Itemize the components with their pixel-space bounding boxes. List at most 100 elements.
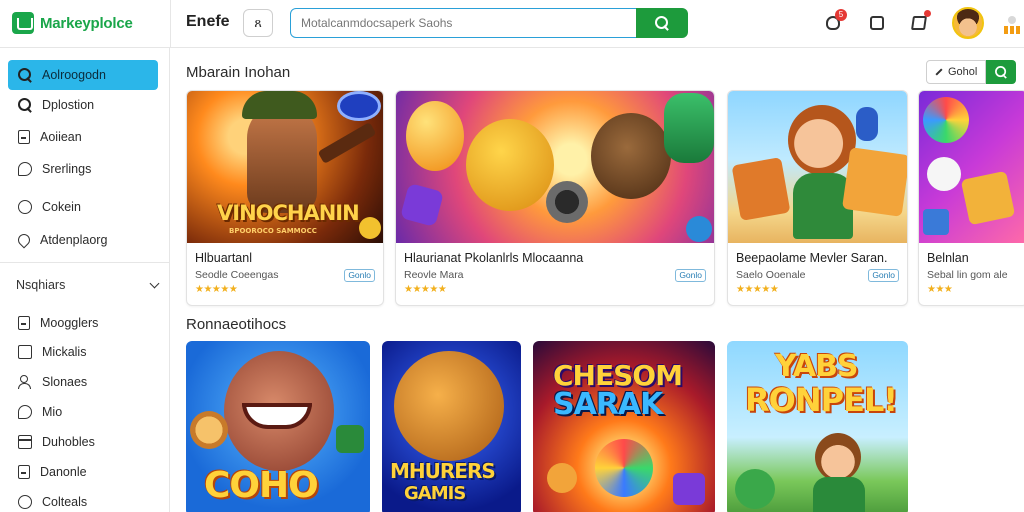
sidebar-item-6[interactable]: Atdenplaorg — [8, 225, 158, 255]
bag-button[interactable] — [866, 12, 888, 34]
header-divider — [170, 0, 171, 48]
people-icon — [18, 375, 32, 389]
game-title: Hlbuartanl — [195, 251, 252, 265]
filter-edit-button[interactable]: Gohol — [926, 60, 987, 84]
tile-art-title: YABS — [775, 349, 859, 384]
menu-dot — [1008, 16, 1016, 24]
filter-label: Gohol — [948, 66, 978, 78]
sidebar-item-2[interactable]: Dplostion — [8, 90, 158, 120]
menu-icon[interactable] — [1004, 16, 1020, 34]
game-tile[interactable]: MHURERS GAMIS — [382, 341, 521, 512]
pencil-icon — [935, 68, 943, 76]
pin-icon — [15, 231, 33, 249]
sidebar-item-label: Atdenplaorg — [40, 233, 108, 247]
search-icon — [18, 98, 32, 112]
game-title: Belnlan — [927, 251, 969, 265]
sidebar-subitem-3[interactable]: Slonaes — [8, 367, 158, 397]
sidebar-item-5[interactable]: Cokein — [8, 192, 158, 222]
sidebar-section-label: Nsqhiars — [16, 278, 66, 292]
game-subtitle: Seodle Coeengas — [195, 269, 279, 281]
menu-bars — [1004, 26, 1020, 34]
sidebar-subitem-label: Danonle — [40, 465, 87, 479]
game-artwork — [919, 91, 1024, 243]
sidebar-item-3[interactable]: Aoiiean — [8, 122, 158, 152]
search-icon — [18, 68, 32, 82]
game-card[interactable]: Hlaurianat Pkolanlrls Mlocaanna Reovle M… — [395, 90, 715, 306]
game-badge: Gonlo — [868, 269, 899, 282]
game-tile[interactable]: YABS RONPEL! — [727, 341, 908, 512]
brand[interactable]: Markeyplolce — [12, 10, 133, 36]
sidebar-subitem-4[interactable]: Mio — [8, 397, 158, 427]
filter-search-button[interactable] — [986, 60, 1017, 84]
tag-icon — [911, 16, 927, 30]
rating-stars: ★★★ — [927, 284, 953, 295]
search-button[interactable] — [636, 8, 688, 38]
filter-group: Gohol — [926, 60, 1017, 84]
search-input[interactable] — [290, 8, 638, 38]
notification-count-badge: 5 — [835, 9, 847, 21]
game-tile[interactable]: COHO — [186, 341, 370, 512]
sidebar-subitem-2[interactable]: Mickalis — [8, 337, 158, 367]
app-window: Markeyplolce Enefe ጸ 5 — [0, 0, 1024, 512]
document-icon — [18, 465, 30, 479]
game-title: Beepaolame Mevler Saran. — [736, 251, 888, 265]
game-card[interactable]: VINOCHANIN BPOOROCO SAMMOCC Hlbuartanl S… — [186, 90, 384, 306]
game-art-subtitle: BPOOROCO SAMMOCC — [229, 227, 317, 235]
sidebar-subitem-label: Duhobles — [42, 435, 95, 449]
game-art-title: VINOCHANIN — [217, 201, 360, 225]
sidebar-item-label: Aoiiean — [40, 130, 82, 144]
game-subtitle: Saelo Ooenale — [736, 269, 806, 281]
sidebar-subitem-label: Mio — [42, 405, 63, 419]
tile-art-title: COHO — [204, 465, 319, 506]
sidebar-subitem-6[interactable]: Danonle — [8, 457, 158, 487]
section-title-featured: Mbarain Inohan — [186, 64, 291, 81]
filter-toggle-button[interactable]: ጸ — [243, 9, 273, 37]
document-icon — [18, 316, 30, 330]
marketplace-logo-icon — [12, 12, 34, 34]
sidebar-subitem-label: Moogglers — [40, 316, 99, 330]
sidebar-item-label: Dplostion — [42, 98, 95, 112]
tile-art-subtitle: GAMIS — [404, 483, 466, 504]
circle-icon — [18, 495, 32, 509]
search-bar — [290, 8, 688, 38]
calendar-icon — [18, 435, 32, 449]
sidebar-subitem-7[interactable]: Colteals — [8, 487, 158, 512]
chat-icon — [18, 405, 32, 419]
main-content: Mbarain Inohan Gohol VINOCHANIN BPOOROCO… — [170, 48, 1024, 512]
game-artwork: VINOCHANIN BPOOROCO SAMMOCC — [187, 91, 383, 243]
rating-stars: ★★★★★ — [736, 284, 779, 295]
sidebar-subitem-1[interactable]: Moogglers — [8, 308, 158, 338]
tag-button[interactable] — [908, 10, 931, 34]
sidebar-subitem-5[interactable]: Duhobles — [8, 427, 158, 457]
notifications-button[interactable]: 5 — [822, 9, 847, 34]
tag-dot-badge — [924, 10, 931, 17]
sidebar-item-1[interactable]: Aolroogodn — [8, 60, 158, 90]
brand-name: Markeyplolce — [40, 14, 133, 32]
game-badge: Gonlo — [675, 269, 706, 282]
square-icon — [18, 345, 32, 359]
sidebar-item-label: Srerlings — [42, 162, 92, 176]
filter-toggle-label: ጸ — [254, 15, 262, 30]
game-subtitle: Sebal lin gom ale — [927, 269, 1008, 281]
avatar[interactable] — [952, 7, 984, 39]
section-title-recommended: Ronnaeotihocs — [186, 316, 287, 333]
sidebar-subitem-label: Mickalis — [42, 345, 87, 359]
search-icon — [655, 16, 669, 30]
top-bar: Markeyplolce Enefe ጸ 5 — [0, 0, 1024, 48]
game-title: Hlaurianat Pkolanlrls Mlocaanna — [404, 251, 584, 265]
tile-art-title: MHURERS — [390, 459, 496, 483]
game-tile[interactable]: CHESOM SARAK — [533, 341, 715, 512]
chat-icon — [18, 162, 32, 176]
tile-art-subtitle: RONPEL! — [745, 381, 898, 419]
sidebar-item-label: Aolroogodn — [42, 68, 106, 82]
rating-stars: ★★★★★ — [404, 284, 447, 295]
page-label: Enefe — [186, 13, 230, 30]
game-subtitle: Reovle Mara — [404, 269, 464, 281]
sidebar-item-4[interactable]: Srerlings — [8, 154, 158, 184]
game-card[interactable]: Beepaolame Mevler Saran. Saelo Ooenale G… — [727, 90, 908, 306]
game-card[interactable]: Belnlan Sebal lin gom ale ★★★ — [918, 90, 1024, 306]
sidebar-section-toggle[interactable]: Nsqhiars — [16, 278, 164, 292]
game-badge: Gonlo — [344, 269, 375, 282]
rating-stars: ★★★★★ — [195, 284, 238, 295]
tile-art-subtitle: SARAK — [553, 387, 663, 422]
